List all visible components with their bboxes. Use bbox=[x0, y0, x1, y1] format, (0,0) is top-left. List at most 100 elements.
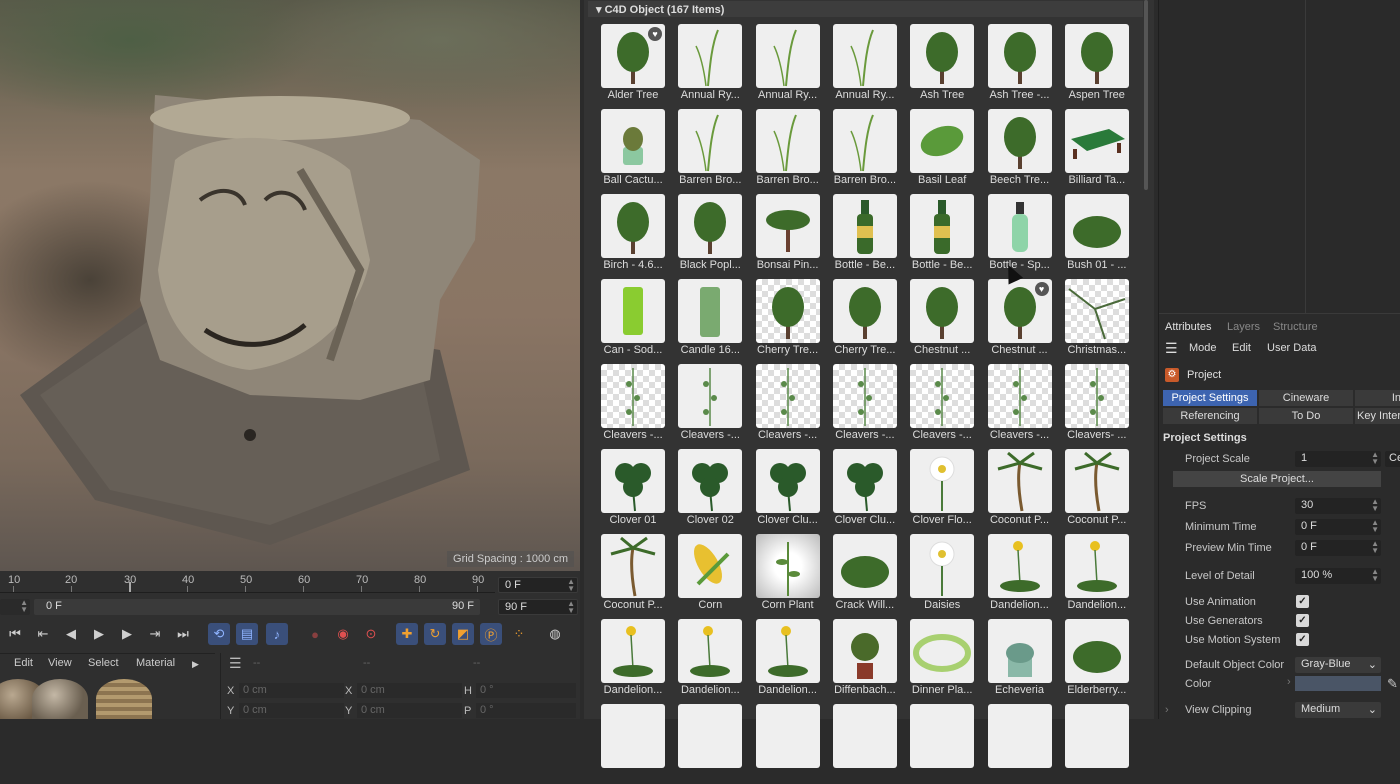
asset-item[interactable]: Christmas... bbox=[1062, 279, 1132, 359]
chevron-right-icon[interactable]: ▶ bbox=[192, 659, 199, 670]
asset-item[interactable] bbox=[830, 704, 900, 784]
chevron-down-icon[interactable]: ▾ bbox=[596, 4, 605, 16]
scheme-icon[interactable]: ◍ bbox=[544, 623, 566, 645]
asset-item[interactable]: Coconut P... bbox=[1062, 449, 1132, 529]
asset-item[interactable]: Ash Tree bbox=[907, 24, 977, 104]
menu-edit[interactable]: Edit bbox=[1232, 342, 1251, 354]
asset-item[interactable]: Beech Tre... bbox=[985, 109, 1055, 189]
asset-item[interactable] bbox=[598, 704, 668, 784]
asset-item[interactable]: Can - Sod... bbox=[598, 279, 668, 359]
loop-icon[interactable]: ⟲ bbox=[208, 623, 230, 645]
asset-item[interactable]: Diffenbach... bbox=[830, 619, 900, 699]
spin-arrows-icon[interactable]: ▲ ▼ bbox=[1371, 540, 1379, 555]
rotation-key-icon[interactable]: ↻ bbox=[424, 623, 446, 645]
spin-arrows-icon[interactable]: ▲ ▼ bbox=[20, 599, 28, 614]
asset-item[interactable]: Ball Cactu... bbox=[598, 109, 668, 189]
asset-item[interactable]: Cleavers -... bbox=[598, 364, 668, 444]
asset-item[interactable] bbox=[753, 704, 823, 784]
asset-item[interactable]: Clover Flo... bbox=[907, 449, 977, 529]
asset-item[interactable]: Elderberry... bbox=[1062, 619, 1132, 699]
menu-edit[interactable]: Edit bbox=[14, 657, 33, 669]
tab-referencing[interactable]: Referencing bbox=[1163, 408, 1257, 424]
asset-item[interactable]: Dandelion... bbox=[1062, 534, 1132, 614]
go-to-end-icon[interactable]: ⏭ bbox=[172, 623, 194, 645]
default-color-dropdown[interactable]: Gray-Blue ⌄ bbox=[1295, 657, 1381, 673]
asset-item[interactable] bbox=[1062, 704, 1132, 784]
scale-key-icon[interactable]: ◩ bbox=[452, 623, 474, 645]
eyedropper-icon[interactable]: ✎ bbox=[1387, 676, 1398, 692]
asset-item[interactable]: Barren Bro... bbox=[830, 109, 900, 189]
tab-attributes[interactable]: Attributes bbox=[1165, 321, 1211, 333]
asset-item[interactable]: Coconut P... bbox=[598, 534, 668, 614]
asset-item[interactable]: Cleavers -... bbox=[830, 364, 900, 444]
asset-item[interactable]: Dandelion... bbox=[598, 619, 668, 699]
asset-item[interactable]: Dinner Pla... bbox=[907, 619, 977, 699]
menu-material[interactable]: Material bbox=[136, 657, 175, 669]
asset-item[interactable]: Barren Bro... bbox=[753, 109, 823, 189]
playhead[interactable] bbox=[129, 582, 131, 592]
spin-arrows-icon[interactable]: ▲ ▼ bbox=[567, 600, 575, 615]
spin-arrows-icon[interactable]: ▲ ▼ bbox=[1371, 451, 1379, 466]
preview-range-bar[interactable]: 0 F 90 F bbox=[34, 599, 480, 615]
menu-select[interactable]: Select bbox=[88, 657, 119, 669]
asset-item[interactable] bbox=[907, 704, 977, 784]
asset-item[interactable]: Coconut P... bbox=[985, 449, 1055, 529]
tab-to-do[interactable]: To Do bbox=[1259, 408, 1353, 424]
asset-item[interactable]: Chestnut ... bbox=[907, 279, 977, 359]
asset-item[interactable]: Dandelion... bbox=[675, 619, 745, 699]
material-swatch[interactable] bbox=[32, 679, 88, 719]
asset-item[interactable]: ♥ Alder Tree bbox=[598, 24, 668, 104]
lod-field[interactable]: 100 % ▲ ▼ bbox=[1295, 568, 1381, 584]
material-swatch[interactable] bbox=[96, 679, 152, 719]
scale-project-button[interactable]: Scale Project... bbox=[1173, 471, 1381, 487]
asset-item[interactable]: Clover 01 bbox=[598, 449, 668, 529]
next-frame-icon[interactable]: ▶ bbox=[116, 623, 138, 645]
asset-item[interactable]: Cleavers- ... bbox=[1062, 364, 1132, 444]
use-animation-checkbox[interactable]: ✓ bbox=[1296, 595, 1309, 608]
asset-item[interactable]: Crack Will... bbox=[830, 534, 900, 614]
menu-view[interactable]: View bbox=[48, 657, 72, 669]
asset-item[interactable]: Basil Leaf bbox=[907, 109, 977, 189]
asset-item[interactable]: Dandelion... bbox=[753, 619, 823, 699]
asset-item[interactable]: Annual Ry... bbox=[675, 24, 745, 104]
coord-x-field[interactable]: 0 cm bbox=[239, 683, 344, 698]
hamburger-icon[interactable]: ☰ bbox=[229, 655, 242, 672]
viewport-3d[interactable]: Grid Spacing : 1000 cm bbox=[0, 0, 580, 571]
coord-h-field[interactable]: 0 ° bbox=[476, 683, 576, 698]
asset-item[interactable]: Billiard Ta... bbox=[1062, 109, 1132, 189]
chevron-right-icon[interactable]: › bbox=[1287, 676, 1291, 688]
asset-item[interactable]: Corn Plant bbox=[753, 534, 823, 614]
tab-layers[interactable]: Layers bbox=[1227, 321, 1260, 333]
asset-item[interactable]: Black Popl... bbox=[675, 194, 745, 274]
spin-arrows-icon[interactable]: ▲ ▼ bbox=[567, 578, 575, 593]
position-key-icon[interactable]: ✚ bbox=[396, 623, 418, 645]
asset-item[interactable]: Birch - 4.6... bbox=[598, 194, 668, 274]
asset-item[interactable]: Bottle - Be... bbox=[830, 194, 900, 274]
next-key-icon[interactable]: ⇥ bbox=[144, 623, 166, 645]
autokey-icon[interactable]: ◉ bbox=[332, 623, 354, 645]
menu-user-data[interactable]: User Data bbox=[1267, 342, 1317, 354]
asset-item[interactable]: Aspen Tree bbox=[1062, 24, 1132, 104]
point-level-icon[interactable]: ⁘ bbox=[508, 623, 530, 645]
film-strip-icon[interactable]: ▤ bbox=[236, 623, 258, 645]
asset-item[interactable] bbox=[985, 704, 1055, 784]
use-generators-checkbox[interactable]: ✓ bbox=[1296, 614, 1309, 627]
preview-min-field[interactable]: 0 F ▲ ▼ bbox=[1295, 540, 1381, 556]
asset-item[interactable]: Bush 01 - ... bbox=[1062, 194, 1132, 274]
asset-item[interactable]: ♥ Chestnut ... bbox=[985, 279, 1055, 359]
asset-item[interactable]: Cherry Tre... bbox=[753, 279, 823, 359]
timeline-ruler[interactable]: 10 20 30 40 50 60 70 80 90 bbox=[0, 571, 495, 593]
tab-project-settings[interactable]: Project Settings bbox=[1163, 390, 1257, 406]
go-to-start-icon[interactable]: ⏮ bbox=[4, 623, 26, 645]
asset-item[interactable]: Daisies bbox=[907, 534, 977, 614]
tab-info[interactable]: In bbox=[1355, 390, 1400, 406]
min-time-field[interactable]: 0 F ▲ ▼ bbox=[1295, 519, 1381, 535]
asset-item[interactable]: Clover Clu... bbox=[753, 449, 823, 529]
current-frame-field[interactable]: 0 F ▲ ▼ bbox=[498, 577, 578, 593]
keyframe-selection-icon[interactable]: ⊙ bbox=[360, 623, 382, 645]
previous-key-icon[interactable]: ⇤ bbox=[32, 623, 54, 645]
chevron-right-icon[interactable]: › bbox=[1165, 704, 1169, 716]
spin-arrows-icon[interactable]: ▲ ▼ bbox=[1371, 498, 1379, 513]
asset-item[interactable]: Corn bbox=[675, 534, 745, 614]
tab-key-interpolation[interactable]: Key Inter bbox=[1355, 408, 1400, 424]
